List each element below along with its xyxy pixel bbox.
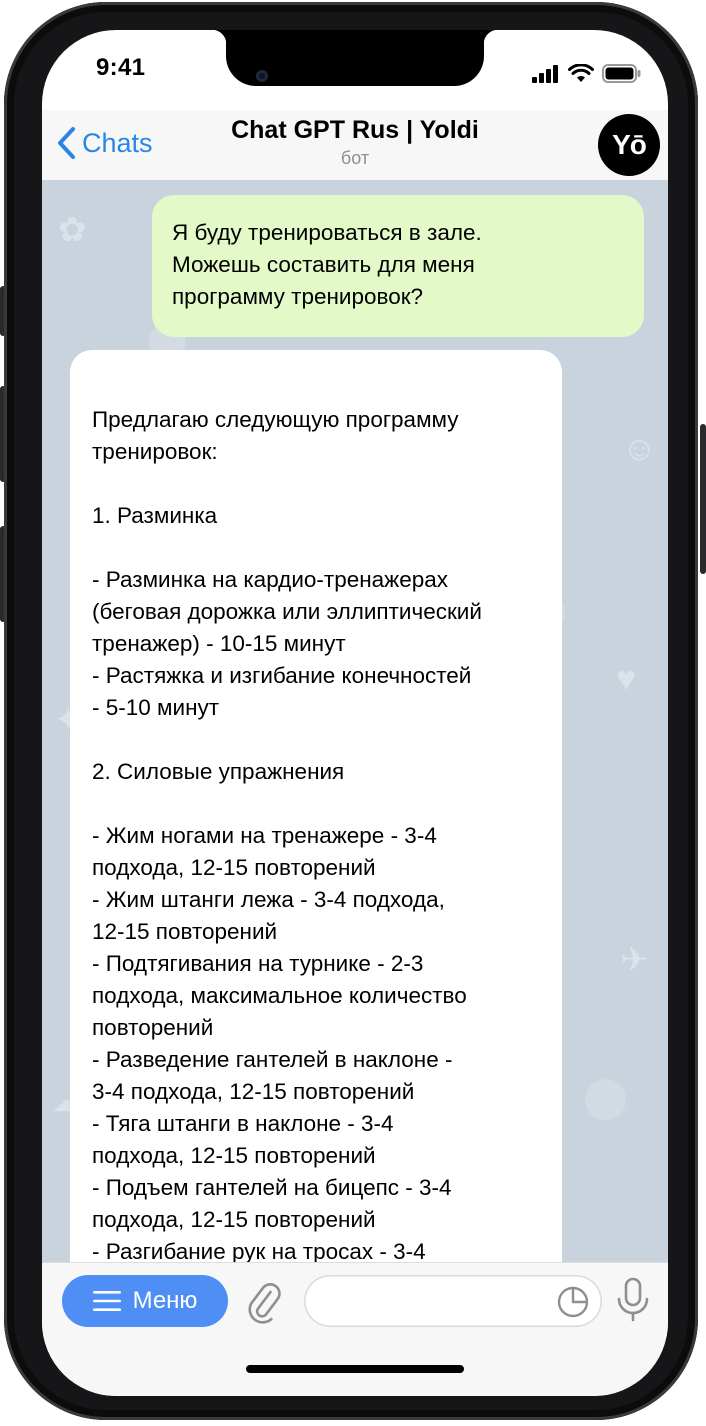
avatar-logo-text: Yō (612, 129, 647, 160)
status-time: 9:41 (96, 54, 146, 81)
bot-avatar[interactable]: Yō (598, 114, 660, 176)
wifi-icon (568, 64, 594, 82)
cellular-signal-icon (532, 64, 558, 83)
home-indicator[interactable] (246, 1365, 464, 1373)
front-camera (256, 70, 268, 82)
chat-title-area[interactable]: Chat GPT Rus | Yoldi бот (42, 116, 668, 169)
background-doodle: ♥ (616, 660, 637, 698)
outgoing-message[interactable]: Я буду тренироваться в зале. Можешь сост… (152, 195, 644, 337)
background-doodle: ☺ (622, 430, 657, 468)
hamburger-icon (92, 1291, 121, 1311)
sticker-icon[interactable] (556, 1285, 590, 1319)
message-input[interactable] (304, 1275, 602, 1327)
microphone-icon[interactable] (616, 1277, 650, 1323)
menu-button[interactable]: Меню (62, 1275, 228, 1327)
paperclip-icon[interactable] (242, 1281, 286, 1325)
chat-subtitle: бот (340, 148, 370, 168)
incoming-message-text: Предлагаю следующую программу тренировок… (92, 407, 482, 1262)
chat-messages-area[interactable]: ✿ ☺ ♥ ✦ ✈ ☁ Я буду тренироваться в зале.… (42, 180, 668, 1262)
phone-screen: 9:41 Chats Chat GPT Rus | Yoldi бот Yō ✿… (42, 30, 668, 1396)
chat-title: Chat GPT Rus | Yoldi (231, 116, 479, 144)
battery-icon (602, 64, 641, 83)
background-doodle: ✿ (58, 211, 87, 249)
outgoing-message-text: Я буду тренироваться в зале. Можешь сост… (172, 220, 482, 309)
message-input-bar: Меню (42, 1262, 668, 1396)
incoming-message[interactable]: Предлагаю следующую программу тренировок… (70, 350, 562, 1262)
phone-frame: 9:41 Chats Chat GPT Rus | Yoldi бот Yō ✿… (4, 2, 698, 1420)
outgoing-bubble-tail (594, 298, 616, 320)
background-doodle: ✈ (620, 941, 649, 979)
menu-button-label: Меню (132, 1287, 198, 1314)
chat-header: Chats Chat GPT Rus | Yoldi бот Yō (42, 110, 668, 180)
power-button (700, 424, 706, 574)
status-icons (532, 64, 642, 83)
